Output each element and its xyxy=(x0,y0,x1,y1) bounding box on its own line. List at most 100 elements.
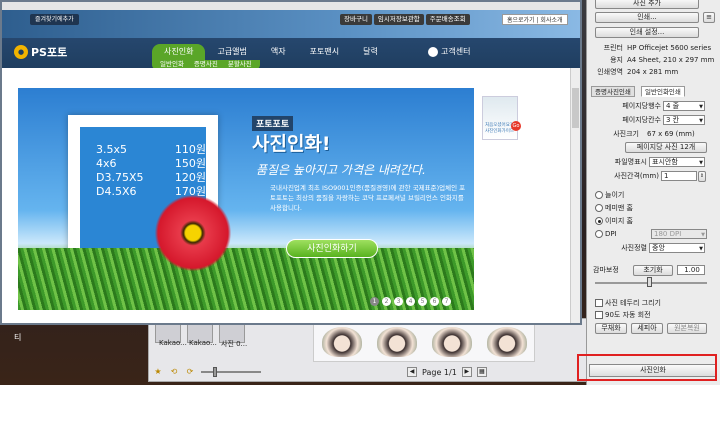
radio-dpi[interactable] xyxy=(595,230,603,238)
rotate-icon[interactable]: ⟲ xyxy=(169,367,179,377)
add-photo-button[interactable]: 사진 추가 xyxy=(595,0,699,9)
pager-dot[interactable]: 4 xyxy=(406,297,415,306)
thumbnail-label: Kakao... xyxy=(189,339,217,347)
preview-image xyxy=(376,327,417,357)
banner-title: 사진인화! xyxy=(252,133,331,155)
radio-fit-memo[interactable] xyxy=(595,204,603,212)
printer-label: 프린터 xyxy=(603,44,623,52)
desktop-icon[interactable]: 티 xyxy=(4,318,44,374)
print-button[interactable]: 인쇄... xyxy=(595,12,699,23)
tab-id-photo[interactable]: 증명사진인쇄 xyxy=(591,86,635,97)
dpi-select[interactable]: 180 DPI xyxy=(651,229,707,239)
main-nav: ● PS포토 사진인화 고급앨범 액자 포토팬시 달력 고객센터 일반인화 증명… xyxy=(2,38,580,69)
gamma-reset-button[interactable]: 초기화 xyxy=(633,265,673,276)
restore-button[interactable]: 원본복원 xyxy=(667,323,707,334)
cart-link[interactable]: 장바구니 xyxy=(340,14,372,25)
price-size: 3.5x5 xyxy=(96,143,128,156)
menu: 사진인화 고급앨범 액자 포토팬시 달력 xyxy=(152,44,390,60)
menu-item-album[interactable]: 고급앨범 xyxy=(205,44,258,60)
tab-general-print[interactable]: 일반인화인쇄 xyxy=(641,86,685,97)
list-icon[interactable]: ≡ xyxy=(703,12,715,23)
promo-banner[interactable]: 3.5x5110원 4x6150원 D3.75X5120원 D4.5X6170원… xyxy=(18,88,474,310)
zoom-slider[interactable] xyxy=(201,367,261,377)
price-size: D3.75X5 xyxy=(96,171,144,184)
grid-icon[interactable]: ▦ xyxy=(476,367,487,377)
star-icon[interactable]: ★ xyxy=(153,367,163,377)
print-settings-button[interactable]: 인쇄 설정... xyxy=(595,27,699,38)
guide-ad[interactable]: 처음오셨어요? 사진인화가이드 Go xyxy=(482,96,521,140)
print-area-label: 인쇄영역 xyxy=(597,68,623,76)
pager-dot[interactable]: 3 xyxy=(394,297,403,306)
align-label: 사진정렬 xyxy=(621,244,647,252)
banner-pager: 1 2 3 4 5 6 7 xyxy=(370,297,451,306)
gamma-input[interactable]: 1.00 xyxy=(677,265,705,275)
grayscale-button[interactable]: 무채화 xyxy=(595,323,627,334)
saved-link[interactable]: 임시저장보관함 xyxy=(373,14,424,25)
next-page-button[interactable]: ▶ xyxy=(461,367,472,377)
home-links[interactable]: 홈으로가기 | 회사소개 xyxy=(502,14,568,25)
customer-center-label: 고객센터 xyxy=(441,47,471,56)
page-content: 3.5x5110원 4x6150원 D3.75X5120원 D4.5X6170원… xyxy=(2,68,580,323)
menu-item-fancy[interactable]: 포토팬시 xyxy=(298,44,351,60)
border-checkbox-label: 사진 테두리 그리기 xyxy=(605,299,661,307)
print-now-button[interactable]: 사진인화하기 xyxy=(286,239,378,258)
cols-select[interactable]: 3 칸 xyxy=(663,115,705,125)
pager-dot[interactable]: 7 xyxy=(442,297,451,306)
guide-ad-badge: Go xyxy=(511,121,521,131)
paper-label: 용지 xyxy=(610,56,623,64)
radio-stretch-label: 늘이기 xyxy=(605,191,625,199)
radio-fit-image-label: 이미지 홈 xyxy=(605,217,633,225)
page-label: Page 1/1 xyxy=(422,367,457,377)
spacing-label: 사진간격(mm) xyxy=(614,172,659,180)
rows-label: 페이지당행수 xyxy=(622,102,661,110)
menu-item-frame[interactable]: 액자 xyxy=(259,44,298,60)
spacing-stepper[interactable]: ⇕ xyxy=(698,171,706,182)
logo-icon: ● xyxy=(14,45,28,59)
radio-dpi-label: DPI xyxy=(605,230,617,238)
price-row: 4x6 150원 xyxy=(96,157,206,171)
price-row: 3.5x5 110원 xyxy=(96,143,206,157)
photos-per-page-button[interactable]: 페이지당 사진 12개 xyxy=(625,142,707,153)
headset-icon xyxy=(428,47,438,57)
site-topbar: 즐겨찾기에추가 장바구니 임시저장보관함 주문배송조회 홈으로가기 | 회사소개 xyxy=(2,10,580,38)
host-statusbar: ★ ⟲ ⟳ ◀ Page 1/1 ▶ ▦ xyxy=(153,365,583,379)
gamma-label: 감마보정 xyxy=(593,266,619,274)
preview-strip xyxy=(313,322,535,362)
sepia-button[interactable]: 세피아 xyxy=(631,323,663,334)
spacing-input[interactable]: 1 xyxy=(661,171,697,181)
website: 즐겨찾기에추가 장바구니 임시저장보관함 주문배송조회 홈으로가기 | 회사소개… xyxy=(2,10,580,323)
price-value: 110원 xyxy=(174,143,206,156)
customer-center[interactable]: 고객센터 xyxy=(428,44,470,60)
menu-item-calendar[interactable]: 달력 xyxy=(351,44,390,60)
vertical-scrollbar[interactable] xyxy=(570,68,580,323)
menu-item-print[interactable]: 사진인화 xyxy=(152,44,206,60)
pager-dot[interactable]: 5 xyxy=(418,297,427,306)
highlight-box xyxy=(577,354,717,381)
radio-stretch[interactable] xyxy=(595,191,603,199)
scrollbar-thumb[interactable] xyxy=(572,88,579,128)
page-nav: ◀ Page 1/1 ▶ ▦ xyxy=(407,367,487,377)
rotate-checkbox[interactable] xyxy=(595,311,603,319)
align-select[interactable]: 중앙 xyxy=(649,243,705,253)
rows-select[interactable]: 4 줄 xyxy=(663,101,705,111)
radio-fit-memo-label: 메미맨 홈 xyxy=(605,204,633,212)
thumbnail-label: 사진 0... xyxy=(221,340,248,348)
flower-decoration xyxy=(148,188,238,278)
bookmark-button[interactable]: 즐겨찾기에추가 xyxy=(30,14,79,25)
price-size: 4x6 xyxy=(96,157,117,170)
rotate-right-icon[interactable]: ⟳ xyxy=(185,367,195,377)
browser-window: 즐겨찾기에추가 장바구니 임시저장보관함 주문배송조회 홈으로가기 | 회사소개… xyxy=(0,0,582,325)
site-logo[interactable]: ● PS포토 xyxy=(14,44,67,60)
filename-select[interactable]: 표시안함 xyxy=(649,157,705,167)
border-checkbox[interactable] xyxy=(595,299,603,307)
order-link[interactable]: 주문배송조회 xyxy=(425,14,470,25)
prev-page-button[interactable]: ◀ xyxy=(407,367,417,377)
radio-fit-image[interactable] xyxy=(595,217,603,225)
pager-dot[interactable]: 6 xyxy=(430,297,439,306)
zoom-slider-handle[interactable] xyxy=(213,367,217,377)
pager-dot[interactable]: 2 xyxy=(382,297,391,306)
preview-image xyxy=(486,327,527,357)
pager-dot[interactable]: 1 xyxy=(370,297,379,306)
host-app-area: Kakao... Kakao... 사진 0... ★ ⟲ ⟳ ◀ Page 1… xyxy=(148,318,588,382)
gamma-slider-handle[interactable] xyxy=(647,277,652,287)
